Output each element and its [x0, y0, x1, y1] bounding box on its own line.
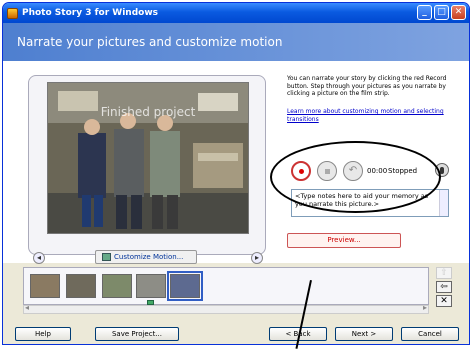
save-project-button[interactable]: Save Project...: [95, 327, 179, 341]
highlight-ellipse: [270, 141, 441, 213]
title-bar[interactable]: Photo Story 3 for Windows _ □ ✕: [3, 3, 469, 23]
film-strip-thumbnail[interactable]: [136, 274, 166, 298]
app-icon: [7, 7, 18, 19]
previous-picture-button[interactable]: ◂: [33, 252, 45, 264]
notes-scrollbar[interactable]: [439, 190, 448, 216]
preview-caption: Finished project: [100, 105, 196, 119]
preview-button[interactable]: Preview...: [287, 233, 401, 248]
film-strip-thumbnail[interactable]: [30, 274, 60, 298]
maximize-button[interactable]: □: [434, 5, 449, 20]
move-picture-left-button[interactable]: ⇦: [436, 281, 452, 293]
remove-picture-button[interactable]: ✕: [436, 295, 452, 307]
film-strip-thumbnail-selected[interactable]: [167, 271, 203, 301]
page-title: Narrate your pictures and customize moti…: [17, 35, 283, 49]
film-strip-thumbnail[interactable]: [102, 274, 132, 298]
page-header: Narrate your pictures and customize moti…: [3, 23, 469, 61]
picture-preview: Finished project ◂ Customize Motion... ▸: [28, 75, 266, 264]
film-strip-thumbnail[interactable]: [66, 274, 96, 298]
close-button[interactable]: ✕: [451, 5, 466, 20]
customize-motion-button[interactable]: Customize Motion...: [95, 250, 197, 264]
film-strip: [23, 267, 429, 305]
wizard-footer: Help Save Project... < Back Next > Cance…: [3, 321, 469, 344]
move-picture-up-button[interactable]: ⇧: [436, 267, 452, 279]
next-picture-button[interactable]: ▸: [251, 252, 263, 264]
preview-photo: Finished project: [47, 82, 249, 234]
next-button[interactable]: Next >: [335, 327, 393, 341]
help-button[interactable]: Help: [15, 327, 71, 341]
window-controls: _ □ ✕: [417, 5, 466, 20]
customize-motion-label: Customize Motion...: [114, 253, 184, 261]
film-strip-scrollbar[interactable]: [23, 303, 429, 314]
cancel-button[interactable]: Cancel: [401, 327, 459, 341]
minimize-button[interactable]: _: [417, 5, 432, 20]
narration-instructions: You can narrate your story by clicking t…: [287, 75, 447, 97]
app-window: Photo Story 3 for Windows _ □ ✕ Narrate …: [2, 2, 470, 345]
learn-more-link[interactable]: Learn more about customizing motion and …: [287, 108, 457, 123]
customize-motion-icon: [102, 253, 111, 261]
window-title: Photo Story 3 for Windows: [22, 8, 158, 18]
